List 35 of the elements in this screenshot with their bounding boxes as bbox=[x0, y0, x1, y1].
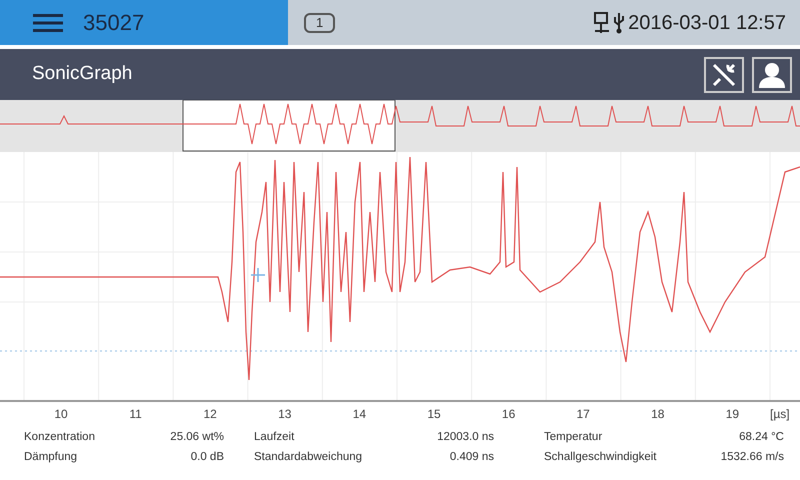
axis-tick-label: 16 bbox=[502, 406, 516, 423]
reading-value: 25.06 wt% bbox=[169, 430, 224, 445]
app-title: SonicGraph bbox=[32, 62, 132, 86]
usb-icon bbox=[613, 12, 626, 34]
axis-tick-label: 18 bbox=[651, 406, 664, 423]
reading-label: Laufzeit bbox=[254, 430, 296, 445]
axis-tick-label: 13 bbox=[278, 406, 292, 423]
reading-value: 0.409 ns bbox=[448, 450, 494, 465]
network-icon bbox=[593, 12, 612, 34]
user-icon bbox=[757, 60, 787, 88]
reading-value: 1532.66 m/s bbox=[720, 450, 784, 465]
axis-tick-label: 19 bbox=[726, 406, 740, 423]
date-time: 2016-03-01 12:57 bbox=[628, 10, 786, 36]
reading-label: Konzentration bbox=[24, 430, 96, 445]
reading-value: 0.0 dB bbox=[190, 450, 224, 465]
reading-value: 12003.0 ns bbox=[436, 430, 494, 445]
axis-tick-label: 12 bbox=[204, 406, 217, 423]
axis-tick-label: 11 bbox=[129, 406, 142, 423]
reading-label: Dämpfung bbox=[24, 450, 78, 465]
axis-unit: [µs] bbox=[770, 406, 790, 423]
reading-label: Temperatur bbox=[544, 430, 604, 445]
device-id: 35027 bbox=[83, 9, 144, 37]
axis-tick-label: 10 bbox=[54, 406, 68, 423]
page-badge[interactable]: 1 bbox=[304, 12, 336, 32]
tools-button[interactable] bbox=[704, 56, 744, 92]
menu-icon[interactable] bbox=[33, 12, 63, 32]
reading-label: Standardabweichung bbox=[254, 450, 364, 465]
overview-waveform[interactable] bbox=[0, 100, 800, 152]
cursor-marker[interactable] bbox=[250, 267, 266, 283]
reading-label: Schallgeschwindigkeit bbox=[544, 450, 658, 465]
axis-tick-label: 15 bbox=[427, 406, 441, 423]
user-button[interactable] bbox=[752, 56, 792, 92]
axis-tick-label: 17 bbox=[576, 406, 590, 423]
reading-value: 68.24 °C bbox=[738, 430, 784, 445]
axis-tick-label: 14 bbox=[352, 406, 366, 423]
